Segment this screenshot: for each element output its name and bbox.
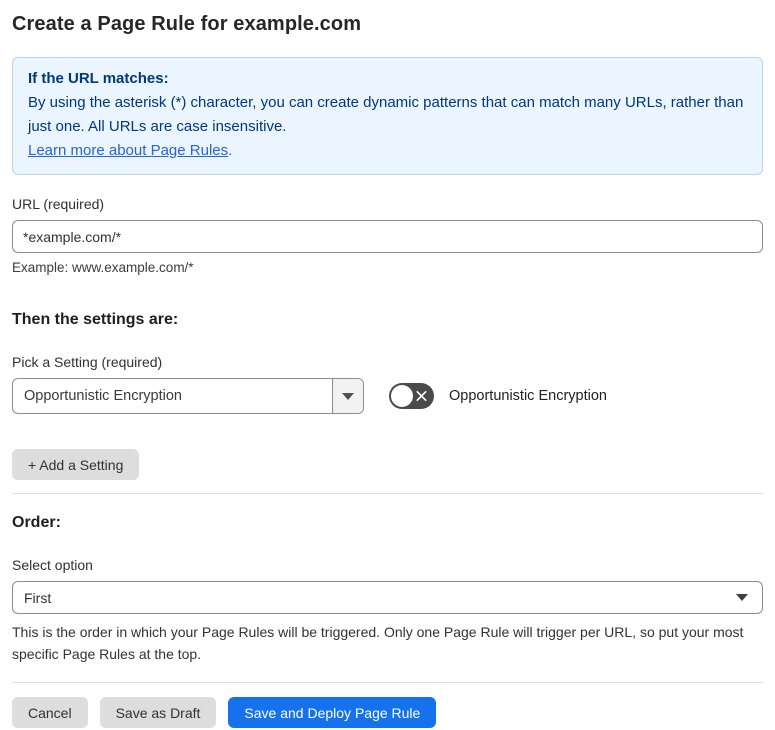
footer-actions: Cancel Save as Draft Save and Deploy Pag…: [12, 697, 763, 728]
opportunistic-encryption-toggle-group: Opportunistic Encryption: [389, 383, 607, 409]
footer-divider: [12, 682, 763, 683]
pick-setting-label: Pick a Setting (required): [12, 354, 163, 370]
save-deploy-button[interactable]: Save and Deploy Page Rule: [228, 697, 437, 728]
caret-down-icon: [342, 392, 354, 400]
info-box-body: By using the asterisk (*) character, you…: [28, 94, 744, 135]
setting-row: Opportunistic Encryption Opportunistic E…: [12, 378, 763, 414]
setting-select-arrow-button[interactable]: [332, 379, 363, 413]
setting-select-value: Opportunistic Encryption: [24, 388, 182, 404]
setting-select[interactable]: Opportunistic Encryption: [12, 378, 364, 414]
info-box-heading: If the URL matches:: [28, 70, 169, 87]
order-select-label: Select option: [12, 557, 93, 573]
link-suffix: .: [228, 142, 233, 159]
toggle-knob: [391, 385, 413, 407]
order-select-value: First: [24, 589, 52, 606]
url-field-label: URL (required): [12, 196, 105, 212]
url-example-hint: Example: www.example.com/*: [12, 260, 194, 275]
x-icon: [416, 390, 427, 402]
add-setting-button[interactable]: + Add a Setting: [12, 449, 140, 480]
section-divider: [12, 493, 763, 494]
order-section-heading: Order:: [12, 514, 61, 531]
opportunistic-encryption-toggle[interactable]: [389, 383, 434, 409]
page-rule-form: Create a Page Rule for example.com If th…: [0, 13, 775, 728]
order-helper-text: This is the order in which your Page Rul…: [12, 624, 744, 662]
page-title: Create a Page Rule for example.com: [12, 13, 362, 35]
save-draft-button[interactable]: Save as Draft: [99, 697, 217, 728]
info-box-link-line: Learn more about Page Rules.: [28, 139, 747, 163]
url-input[interactable]: [12, 220, 763, 253]
cancel-button[interactable]: Cancel: [12, 697, 88, 728]
settings-section-heading: Then the settings are:: [12, 311, 179, 328]
learn-more-link[interactable]: Learn more about Page Rules: [28, 142, 228, 159]
order-select[interactable]: First: [12, 581, 763, 614]
url-match-info-box: If the URL matches: By using the asteris…: [12, 57, 763, 175]
caret-down-icon: [736, 594, 748, 601]
toggle-label: Opportunistic Encryption: [449, 388, 607, 404]
